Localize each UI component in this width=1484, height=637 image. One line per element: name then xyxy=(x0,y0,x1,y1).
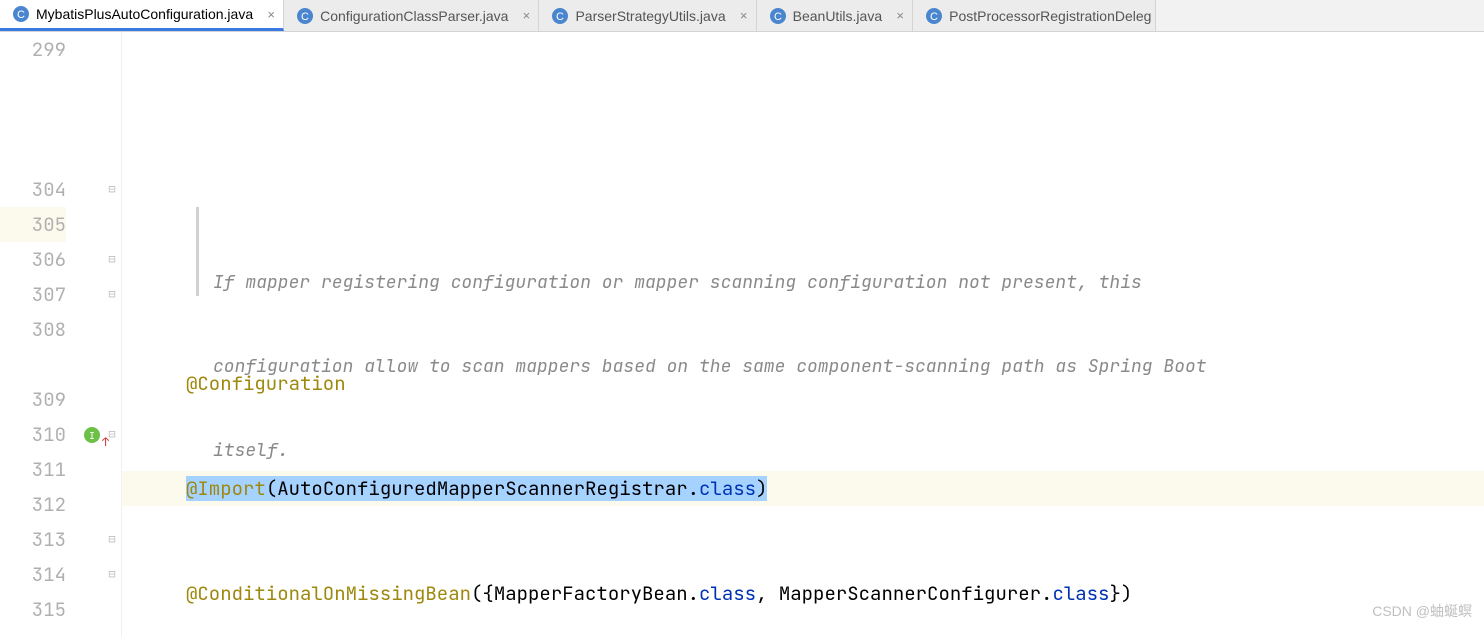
close-icon[interactable]: × xyxy=(736,8,752,23)
fold-toggle-icon[interactable]: ⊟ xyxy=(105,172,119,207)
line-number: 305 xyxy=(0,207,66,242)
fold-toggle-icon[interactable]: ⊟ xyxy=(105,242,119,277)
svg-text:C: C xyxy=(556,11,564,23)
override-marker-icon[interactable]: I xyxy=(84,427,100,443)
doc-text: If mapper registering configuration or m… xyxy=(213,269,1146,297)
close-icon[interactable]: × xyxy=(892,8,908,23)
line-number: 310 xyxy=(0,417,66,452)
tab-mybatis-config[interactable]: C MybatisPlusAutoConfiguration.java × xyxy=(0,0,284,31)
javadoc-comment: If mapper registering configuration or m… xyxy=(196,207,1146,296)
line-number: 309 xyxy=(0,382,66,417)
fold-toggle-icon[interactable]: ⊟ xyxy=(105,277,119,312)
line-number: 307 xyxy=(0,277,66,312)
code-area[interactable]: If mapper registering configuration or m… xyxy=(122,32,1484,637)
line-number xyxy=(0,67,66,102)
code-editor[interactable]: 299 304 305 306 307 308 309 310 311 312 … xyxy=(0,32,1484,637)
svg-text:C: C xyxy=(930,11,938,23)
line-number: 314 xyxy=(0,557,66,592)
watermark: CSDN @蚰蜒螟 xyxy=(1372,594,1472,629)
marker-gutter: I ↑ xyxy=(82,32,104,637)
fold-toggle-icon[interactable]: ⊟ xyxy=(105,557,119,592)
code-line: @ConditionalOnMissingBean({MapperFactory… xyxy=(122,576,1484,611)
line-number xyxy=(0,347,66,382)
tab-postprocessor[interactable]: C PostProcessorRegistrationDeleg xyxy=(913,0,1156,31)
tab-label: BeanUtils.java xyxy=(793,8,883,24)
line-number-gutter: 299 304 305 306 307 308 309 310 311 312 … xyxy=(0,32,82,637)
tab-label: ConfigurationClassParser.java xyxy=(320,8,508,24)
svg-text:C: C xyxy=(17,9,25,21)
fold-gutter: ⊟ ⊟ ⊟ ⊟ ⊟ ⊟ xyxy=(104,32,122,637)
line-number: 308 xyxy=(0,312,66,347)
line-number: 315 xyxy=(0,592,66,627)
line-number: 313 xyxy=(0,522,66,557)
doc-text: configuration allow to scan mappers base… xyxy=(213,353,1146,381)
tab-label: MybatisPlusAutoConfiguration.java xyxy=(36,6,253,22)
svg-text:C: C xyxy=(774,11,782,23)
fold-toggle-icon[interactable]: ⊟ xyxy=(105,417,119,452)
code-line xyxy=(122,102,1484,137)
line-number: 306 xyxy=(0,242,66,277)
line-number: 311 xyxy=(0,452,66,487)
java-class-icon: C xyxy=(12,5,30,23)
line-number: 299 xyxy=(0,32,66,67)
tab-bean-utils[interactable]: C BeanUtils.java × xyxy=(757,0,914,31)
close-icon[interactable]: × xyxy=(518,8,534,23)
tab-parser-utils[interactable]: C ParserStrategyUtils.java × xyxy=(539,0,756,31)
tab-label: PostProcessorRegistrationDeleg xyxy=(949,8,1151,24)
tab-label: ParserStrategyUtils.java xyxy=(575,8,725,24)
java-class-icon: C xyxy=(551,7,569,25)
code-line: @Import(AutoConfiguredMapperScannerRegis… xyxy=(122,471,1484,506)
java-class-icon: C xyxy=(769,7,787,25)
close-icon[interactable]: × xyxy=(263,7,279,22)
tab-config-parser[interactable]: C ConfigurationClassParser.java × xyxy=(284,0,539,31)
doc-text: itself. xyxy=(213,437,1146,465)
line-number: 312 xyxy=(0,487,66,522)
svg-text:C: C xyxy=(301,11,309,23)
fold-toggle-icon[interactable]: ⊟ xyxy=(105,522,119,557)
java-class-icon: C xyxy=(296,7,314,25)
line-number: 304 xyxy=(0,172,66,207)
java-class-icon: C xyxy=(925,7,943,25)
tab-bar: C MybatisPlusAutoConfiguration.java × C … xyxy=(0,0,1484,32)
line-number xyxy=(0,102,66,137)
line-number xyxy=(0,137,66,172)
